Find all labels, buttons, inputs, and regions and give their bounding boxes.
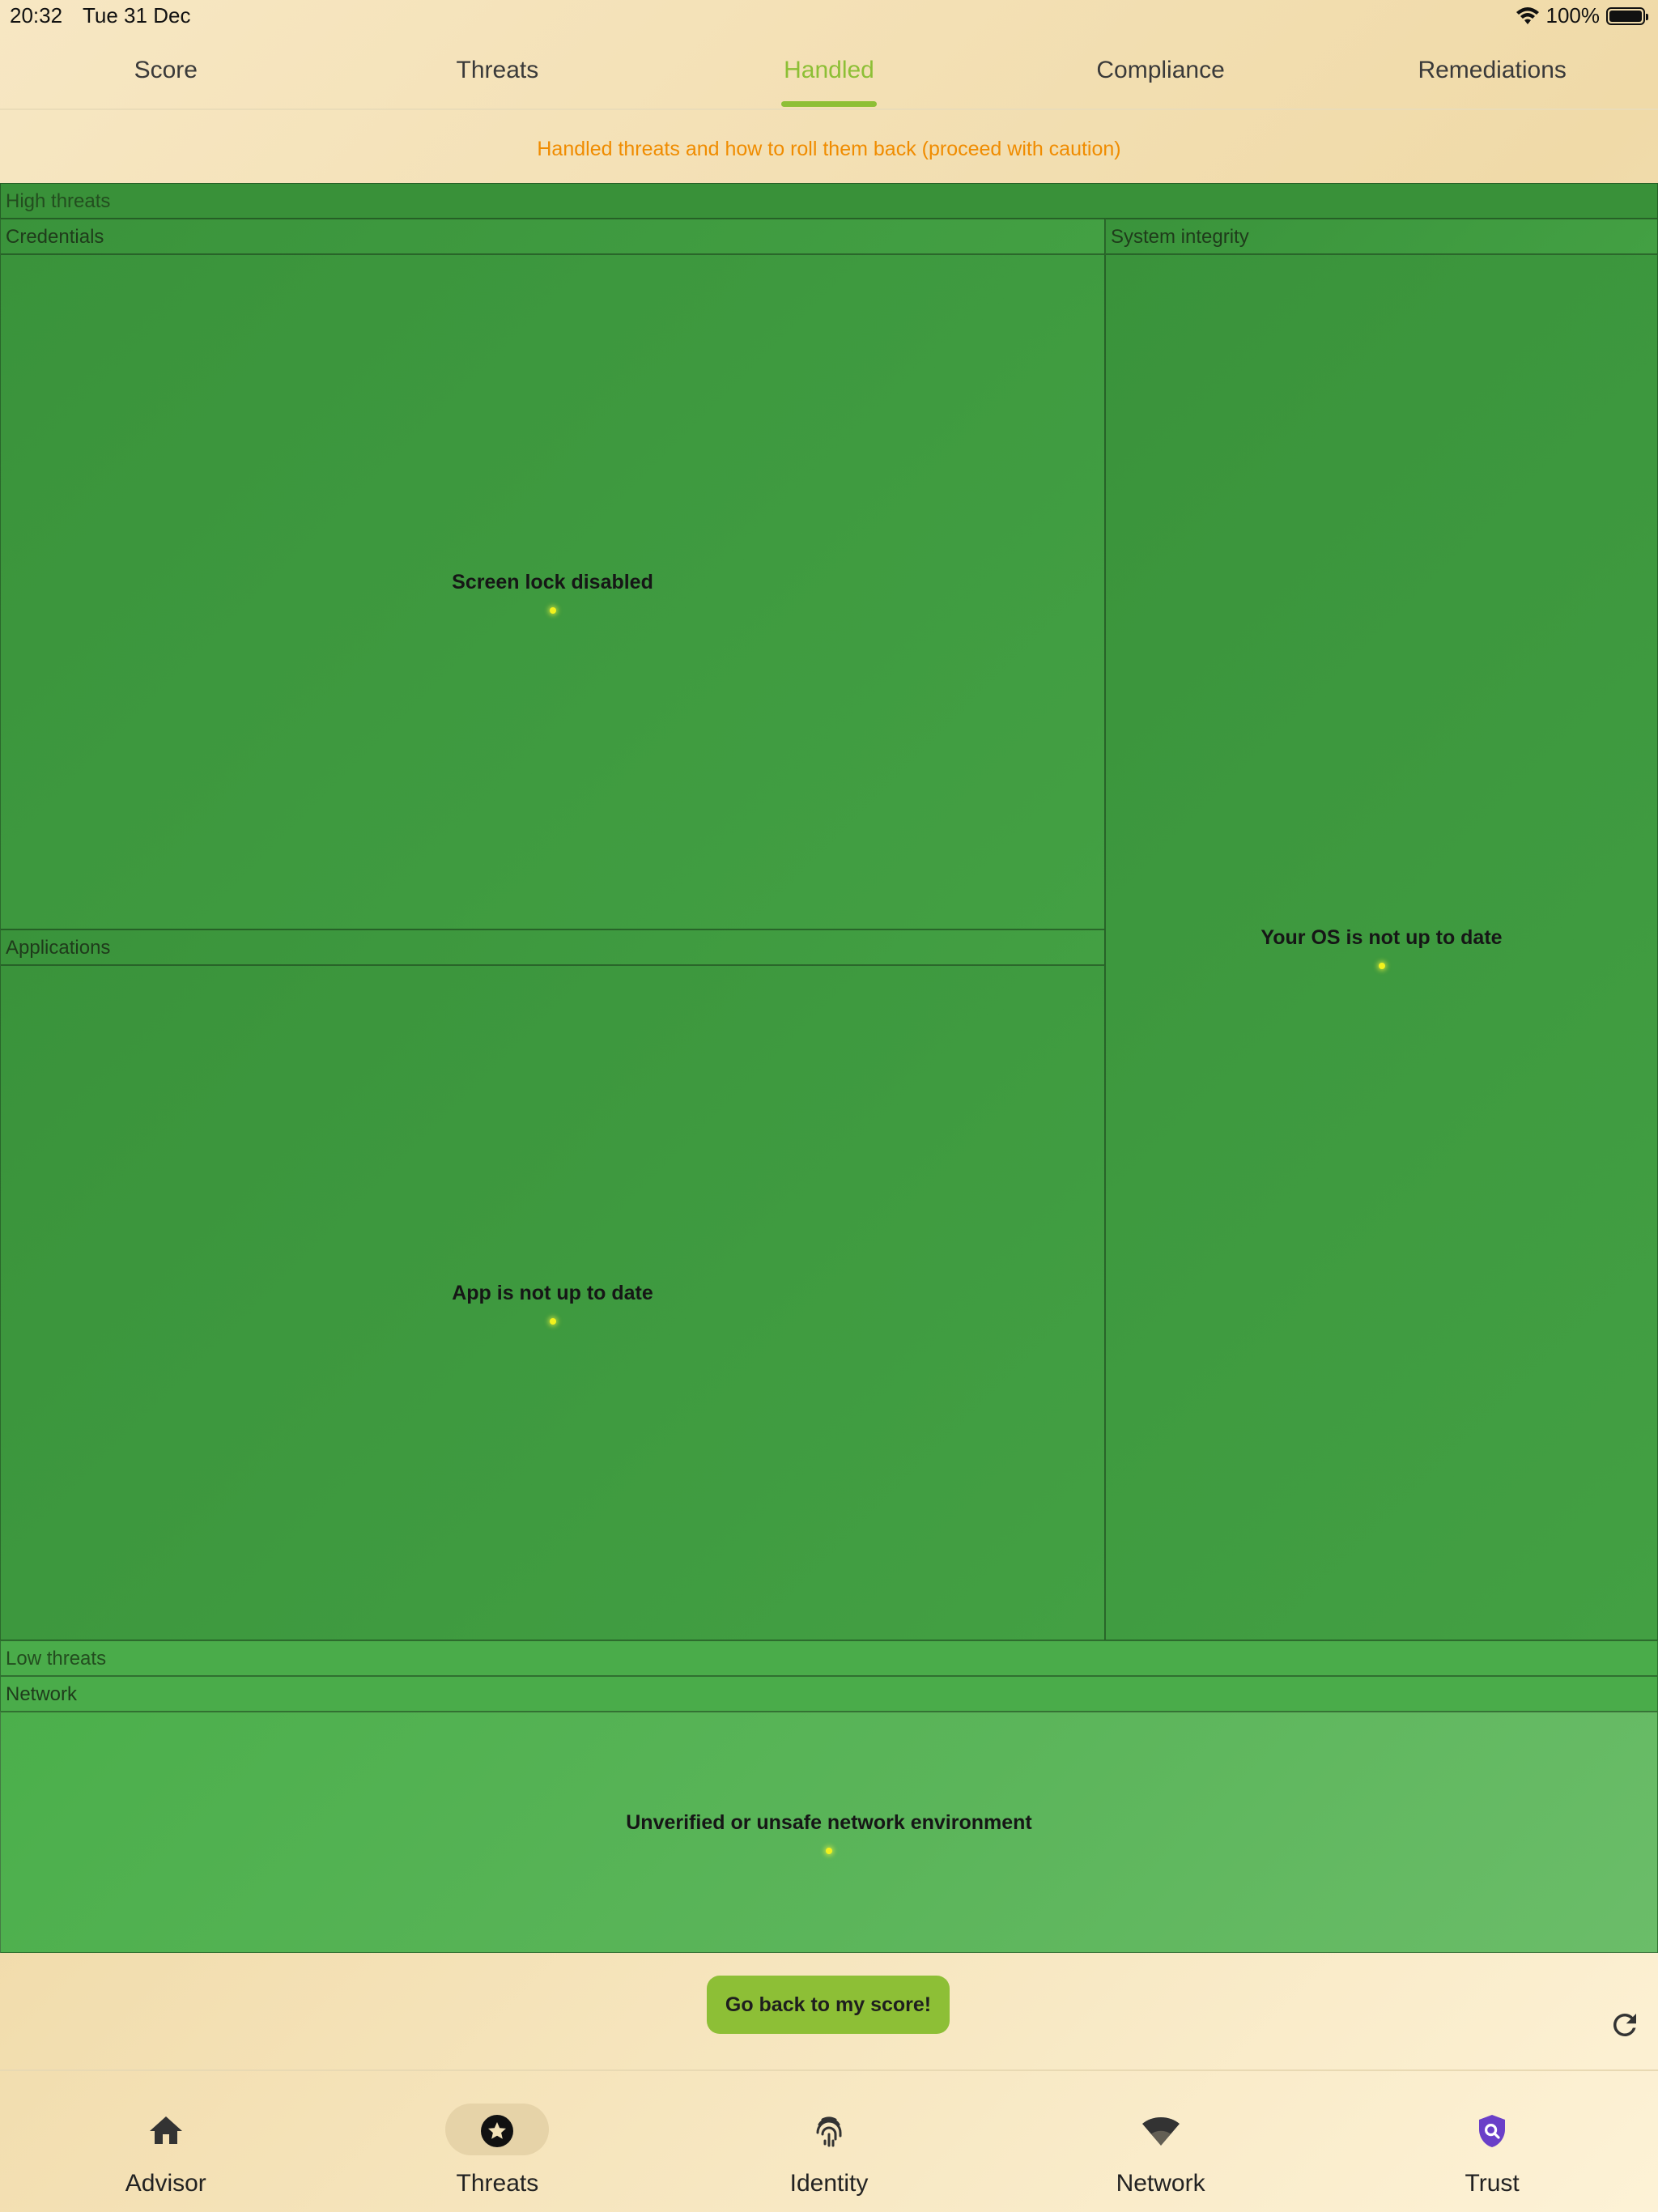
nav-label: Advisor bbox=[125, 2170, 206, 2197]
status-bar: 20:32 Tue 31 Dec 100% bbox=[0, 0, 1658, 32]
fingerprint-icon bbox=[816, 2116, 842, 2147]
tab-label: Score bbox=[134, 57, 198, 83]
low-threats-header: Low threats bbox=[0, 1640, 1658, 1676]
credentials-header: Credentials bbox=[0, 219, 1105, 254]
nav-advisor[interactable]: Advisor bbox=[0, 2073, 332, 2212]
threat-marker bbox=[549, 606, 556, 614]
active-tab-indicator bbox=[780, 101, 877, 107]
threat-marker bbox=[549, 1317, 556, 1325]
tab-remediations[interactable]: Remediations bbox=[1326, 39, 1658, 108]
bottom-navigation: Advisor Threats Identity Network Trust bbox=[0, 2073, 1658, 2212]
nav-label: Identity bbox=[789, 2170, 869, 2197]
tab-threats[interactable]: Threats bbox=[332, 39, 664, 108]
battery-percent: 100% bbox=[1545, 3, 1601, 28]
top-tab-bar: Score Threats Handled Compliance Remedia… bbox=[0, 39, 1658, 110]
threat-label: Unverified or unsafe network environment bbox=[626, 1810, 1032, 1834]
go-back-to-score-button[interactable]: Go back to my score! bbox=[707, 1976, 950, 2034]
network-header: Network bbox=[0, 1676, 1658, 1712]
tab-label: Compliance bbox=[1096, 57, 1225, 83]
status-time: 20:32 bbox=[10, 3, 63, 28]
threat-tile-app-outdated[interactable]: App is not up to date bbox=[0, 965, 1105, 1640]
tab-label: Handled bbox=[784, 57, 874, 83]
nav-threats[interactable]: Threats bbox=[332, 2073, 664, 2212]
threat-label: App is not up to date bbox=[452, 1281, 653, 1304]
wifi-icon bbox=[1141, 2117, 1180, 2146]
high-threats-header: High threats bbox=[0, 183, 1658, 219]
nav-network[interactable]: Network bbox=[995, 2073, 1327, 2212]
star-badge-icon bbox=[481, 2115, 514, 2147]
threat-label: Screen lock disabled bbox=[452, 570, 653, 593]
nav-label: Trust bbox=[1465, 2170, 1520, 2197]
home-icon bbox=[149, 2116, 182, 2144]
tab-score[interactable]: Score bbox=[0, 39, 332, 108]
status-date: Tue 31 Dec bbox=[83, 3, 191, 28]
threat-tile-unsafe-network[interactable]: Unverified or unsafe network environment bbox=[0, 1712, 1658, 1953]
tab-compliance[interactable]: Compliance bbox=[995, 39, 1327, 108]
page-subtitle: Handled threats and how to roll them bac… bbox=[537, 138, 1121, 160]
nav-label: Threats bbox=[456, 2170, 539, 2197]
tab-label: Threats bbox=[456, 57, 539, 83]
shield-search-icon bbox=[1479, 2115, 1506, 2147]
nav-trust[interactable]: Trust bbox=[1326, 2073, 1658, 2212]
applications-header: Applications bbox=[0, 929, 1105, 965]
nav-identity[interactable]: Identity bbox=[663, 2073, 995, 2212]
tab-handled[interactable]: Handled bbox=[663, 39, 995, 108]
nav-label: Network bbox=[1116, 2170, 1205, 2197]
threat-tile-os-outdated[interactable]: Your OS is not up to date bbox=[1105, 254, 1658, 1640]
handled-threats-treemap: High threats Credentials Screen lock dis… bbox=[0, 183, 1658, 1953]
threat-label: Your OS is not up to date bbox=[1261, 925, 1503, 949]
threat-marker bbox=[1378, 962, 1385, 969]
wifi-status-icon bbox=[1516, 6, 1539, 24]
system-integrity-header: System integrity bbox=[1105, 219, 1658, 254]
status-indicators: 100% bbox=[1516, 3, 1648, 28]
bottom-nav-divider bbox=[0, 2069, 1658, 2071]
tab-label: Remediations bbox=[1418, 57, 1567, 83]
battery-icon bbox=[1606, 6, 1648, 25]
threat-tile-screen-lock[interactable]: Screen lock disabled bbox=[0, 254, 1105, 929]
threat-marker bbox=[826, 1847, 832, 1854]
refresh-icon[interactable] bbox=[1608, 2008, 1642, 2042]
